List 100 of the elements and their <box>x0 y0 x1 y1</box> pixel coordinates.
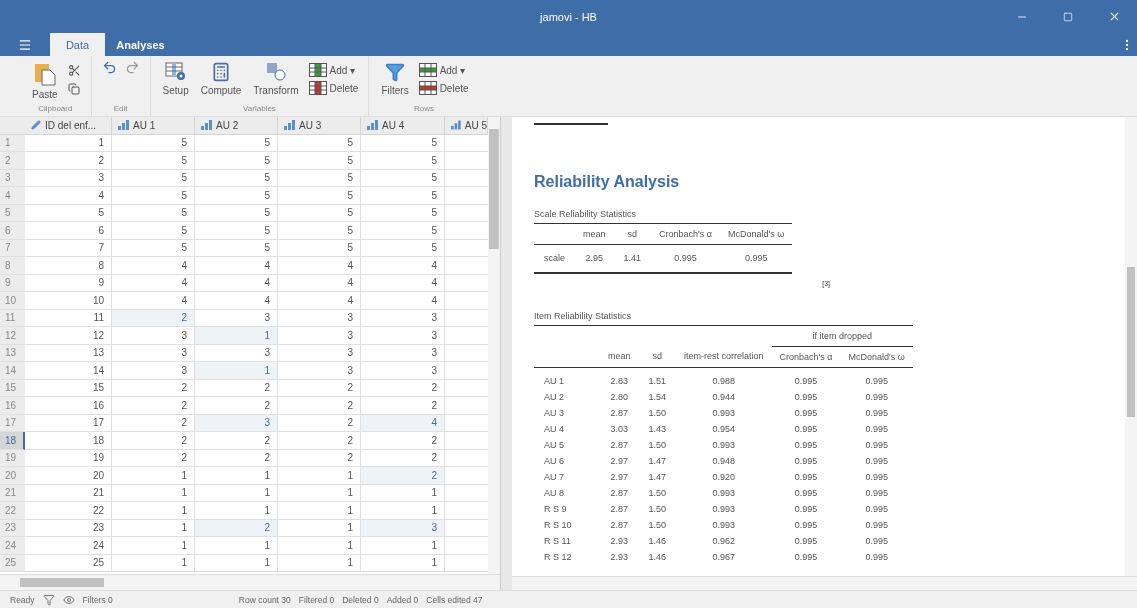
table-cell[interactable]: 2 <box>112 432 195 450</box>
setup-button[interactable]: Setup <box>158 58 193 96</box>
column-header[interactable]: AU 3 <box>278 117 361 135</box>
table-cell[interactable]: 4 <box>112 257 195 275</box>
table-cell[interactable]: 1 <box>112 537 195 555</box>
table-cell[interactable]: 5 <box>278 187 361 205</box>
table-cell[interactable]: 1 <box>278 467 361 485</box>
table-cell[interactable]: 1 <box>278 502 361 520</box>
table-cell[interactable]: 2 <box>112 397 195 415</box>
table-cell[interactable]: 2 <box>361 432 445 450</box>
table-cell[interactable]: 4 <box>195 257 278 275</box>
column-header[interactable]: AU 4 <box>361 117 445 135</box>
filters-button[interactable]: Filters <box>377 58 413 96</box>
table-cell[interactable]: 4 <box>361 292 445 310</box>
ordinal-bars-icon <box>451 120 461 131</box>
table-cell[interactable]: 2 <box>195 397 278 415</box>
table-cell[interactable]: 5 <box>361 187 445 205</box>
row-number[interactable]: 18 <box>0 432 25 450</box>
table-cell[interactable]: 2 <box>278 432 361 450</box>
eye-icon[interactable] <box>62 593 75 606</box>
table-cell[interactable]: 14 <box>25 362 112 380</box>
column-header[interactable]: AU 2 <box>195 117 278 135</box>
table-cell[interactable]: 5 <box>278 152 361 170</box>
table-cell[interactable]: 1 <box>112 502 195 520</box>
table-cell[interactable]: 5 <box>112 152 195 170</box>
table-cell-text: AU 8 <box>543 487 565 500</box>
table-cell[interactable]: 1 <box>195 537 278 555</box>
table-cell[interactable]: 3 <box>112 327 195 345</box>
table-cell[interactable]: 5 <box>278 222 361 240</box>
table-cell[interactable]: 2 <box>25 152 112 170</box>
transform-button[interactable]: Transform <box>249 58 303 96</box>
table-cell[interactable]: 22 <box>25 502 112 520</box>
table-cell[interactable]: 1 <box>195 362 278 380</box>
compute-button[interactable]: Compute <box>196 58 246 96</box>
add-row-button[interactable]: Add ▾ <box>416 62 471 78</box>
table-cell[interactable]: 4 <box>112 292 195 310</box>
vertical-scrollbar[interactable] <box>1125 117 1137 576</box>
table-cell[interactable]: 18 <box>25 432 112 450</box>
table-cell[interactable]: 4 <box>25 187 112 205</box>
table-cell[interactable]: 4 <box>361 257 445 275</box>
column-name: AU 5 <box>464 119 487 131</box>
table-cell[interactable]: 1 <box>195 467 278 485</box>
tab[interactable]: Analyses <box>113 33 168 56</box>
table-cell[interactable]: 1 <box>361 537 445 555</box>
table-cell[interactable]: 1 <box>278 537 361 555</box>
table-cell[interactable]: 5 <box>361 152 445 170</box>
table-cell[interactable]: 3 <box>112 362 195 380</box>
delete-row-button[interactable]: Delete <box>416 80 471 96</box>
table-cell[interactable]: 12 <box>25 327 112 345</box>
table-gear-icon <box>164 62 187 82</box>
table-cell[interactable]: 3 <box>361 362 445 380</box>
table-cell[interactable]: 1 <box>195 502 278 520</box>
table-cell[interactable]: 5 <box>195 152 278 170</box>
filter-icon[interactable] <box>42 593 55 606</box>
horizontal-scrollbar[interactable] <box>0 574 500 590</box>
table-cell-text: 0.995 <box>864 375 889 388</box>
column-header[interactable]: AU 5 <box>445 117 488 135</box>
add-variable-button[interactable]: Add ▾ <box>306 62 361 78</box>
table-cell[interactable]: 6 <box>25 222 112 240</box>
table-cell[interactable]: 3 <box>278 362 361 380</box>
table-cell-text: 1.50 <box>647 503 668 516</box>
table-cell[interactable]: 5 <box>112 187 195 205</box>
column-header[interactable]: AU 1 <box>112 117 195 135</box>
table-cell-text: 0.995 <box>864 551 889 564</box>
column-header[interactable]: ID del enf... <box>25 117 112 135</box>
table-cell[interactable]: 2 <box>195 432 278 450</box>
table-cell[interactable]: 24 <box>25 537 112 555</box>
table-cell-text: 0.995 <box>793 535 819 548</box>
vertical-scrollbar[interactable] <box>488 117 500 574</box>
paste-button[interactable]: Paste <box>28 58 62 100</box>
table-cell[interactable]: 2 <box>361 467 445 485</box>
table-cell[interactable]: 5 <box>112 222 195 240</box>
table-cell-text: 0.948 <box>711 455 737 468</box>
menu-icon <box>18 37 32 52</box>
status-text: Filtered 0 <box>298 594 335 605</box>
table-cell[interactable]: 5 <box>195 187 278 205</box>
table-cell[interactable]: 3 <box>278 327 361 345</box>
table-cell[interactable]: 5 <box>195 222 278 240</box>
table-cell[interactable]: 16 <box>25 397 112 415</box>
table-cell-text: 1.43 <box>647 423 668 436</box>
table-cell[interactable]: 4 <box>278 257 361 275</box>
tab[interactable]: Data <box>50 33 105 56</box>
table-cell[interactable]: 1 <box>361 502 445 520</box>
table-cell[interactable]: 5 <box>361 222 445 240</box>
table-cell[interactable]: 8 <box>25 257 112 275</box>
table-cell[interactable]: 1 <box>112 467 195 485</box>
table-cell[interactable]: 2 <box>361 397 445 415</box>
table-cell[interactable]: 20 <box>25 467 112 485</box>
horizontal-scrollbar[interactable] <box>512 576 1137 590</box>
table-cell[interactable]: 1 <box>195 327 278 345</box>
table-cell[interactable]: 2 <box>278 397 361 415</box>
table-cell[interactable]: 4 <box>195 292 278 310</box>
table-cell[interactable]: 3 <box>361 327 445 345</box>
table-cell[interactable]: 10 <box>25 292 112 310</box>
table-cell-text: 0.993 <box>711 407 737 420</box>
delete-variable-button[interactable]: Delete <box>306 80 361 96</box>
table-cell: 0.995 <box>651 244 720 273</box>
table-cell[interactable]: 4 <box>278 292 361 310</box>
column-heading: sd <box>638 346 677 367</box>
copy-button[interactable] <box>65 81 83 97</box>
